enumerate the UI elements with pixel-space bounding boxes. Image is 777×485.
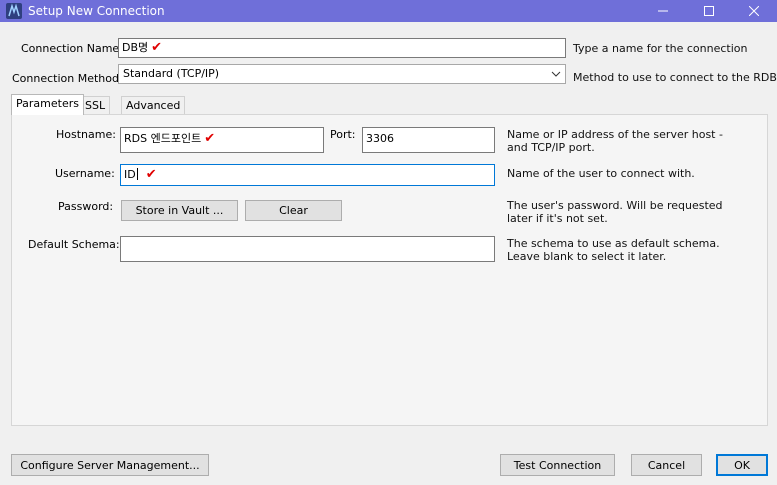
port-label: Port: [330,128,356,141]
username-label: Username: [55,167,115,180]
connection-name-label: Connection Name: [21,42,123,55]
hostname-input[interactable]: RDS 엔드포인트 ✔ [120,127,324,153]
default-schema-input[interactable] [120,236,495,262]
close-button[interactable] [731,0,777,22]
hostname-hint: Name or IP address of the server host - … [507,128,723,154]
connection-name-hint: Type a name for the connection [573,42,748,55]
ok-button[interactable]: OK [716,454,768,476]
close-icon [749,6,759,16]
hostname-value: RDS 엔드포인트 [124,132,202,145]
clear-password-button[interactable]: Clear [245,200,342,221]
window-title: Setup New Connection [28,4,165,18]
store-in-vault-button[interactable]: Store in Vault ... [121,200,238,221]
tab-parameters[interactable]: Parameters [11,94,84,115]
connection-method-value: Standard (TCP/IP) [123,67,220,80]
username-value: ID [124,168,136,181]
port-input[interactable]: 3306 [362,127,495,153]
maximize-icon [704,6,714,16]
tab-ssl[interactable]: SSL [80,96,111,115]
connection-name-input[interactable]: DB명 ✔ [118,38,566,58]
hostname-label: Hostname: [56,128,116,141]
connection-method-label: Connection Method: [12,72,123,85]
chevron-down-icon [551,65,561,89]
minimize-button[interactable] [640,0,686,22]
parameters-panel [11,114,768,426]
mysql-workbench-icon [6,3,22,19]
cancel-button[interactable]: Cancel [631,454,702,476]
password-label: Password: [58,200,114,213]
username-input[interactable]: ID ✔ [120,164,495,186]
password-hint: The user's password. Will be requested l… [507,199,723,225]
test-connection-button[interactable]: Test Connection [500,454,615,476]
port-value: 3306 [366,132,394,145]
title-bar: Setup New Connection [0,0,777,22]
connection-name-value: DB명 [122,41,149,54]
annotation-check-icon: ✔ [145,167,157,182]
username-hint: Name of the user to connect with. [507,167,695,180]
minimize-icon [658,10,668,12]
tab-advanced[interactable]: Advanced [121,96,186,115]
connection-method-hint: Method to use to connect to the RDBMS [573,71,777,84]
configure-server-management-button[interactable]: Configure Server Management... [11,454,209,476]
maximize-button[interactable] [686,0,732,22]
annotation-check-icon: ✔ [204,131,216,146]
connection-method-select[interactable]: Standard (TCP/IP) [118,64,566,84]
default-schema-hint: The schema to use as default schema. Lea… [507,237,720,263]
annotation-check-icon: ✔ [151,40,163,55]
default-schema-label: Default Schema: [28,238,120,251]
text-caret [136,168,138,180]
